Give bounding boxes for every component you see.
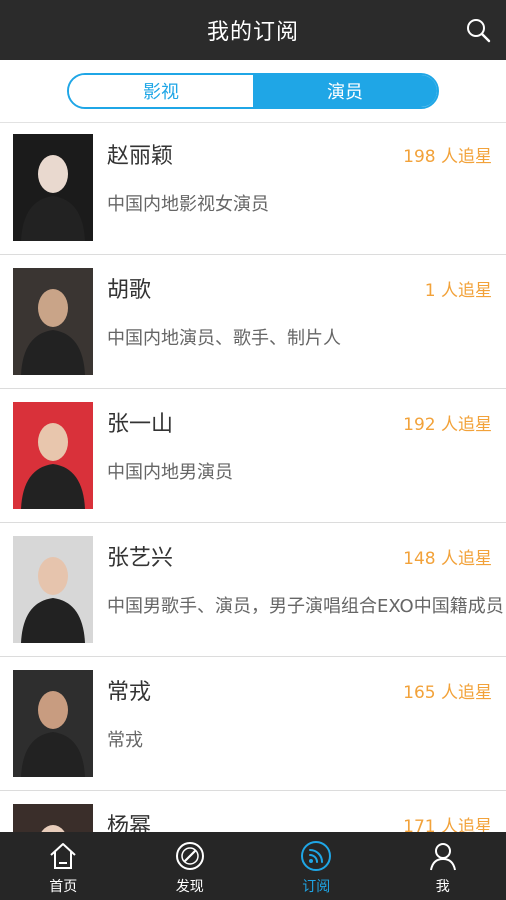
actor-photo [13,536,93,643]
segment-film-tv[interactable]: 影视 [69,75,253,107]
follower-count: 1 人追星 [424,281,492,301]
tab-subscribe[interactable]: 订阅 [253,832,380,900]
tab-home[interactable]: 首页 [0,832,127,900]
actor-description: 中国内地影视女演员 [107,194,269,215]
actor-list: 赵丽颖 198 人追星 中国内地影视女演员 胡歌 1 人追星 中国内地演员、歌手… [0,122,506,832]
top-bar: 我的订阅 [0,0,506,60]
discover-icon [175,842,204,870]
profile-icon [429,843,456,871]
actor-photo [13,402,93,509]
tab-label: 我 [435,879,450,895]
actor-photo [13,804,93,832]
follower-count: 148 人追星 [403,549,492,569]
actor-name: 张一山 [107,412,174,437]
tab-label: 首页 [49,879,78,895]
tab-label: 订阅 [302,879,331,895]
follower-count: 192 人追星 [403,415,492,435]
actor-row[interactable]: 杨幂 171 人追星 [0,792,506,832]
home-icon [50,843,76,869]
actor-description: 中国内地男演员 [107,462,233,483]
actor-photo [13,268,93,375]
actor-name: 常戎 [107,680,152,705]
tab-label: 发现 [175,879,204,895]
segment-actors[interactable]: 演员 [253,75,437,107]
actor-name: 杨幂 [107,814,152,832]
bottom-tab-bar: 首页 发现 订阅 我 [0,832,506,900]
actor-row[interactable]: 胡歌 1 人追星 中国内地演员、歌手、制片人 [0,256,506,389]
tab-me[interactable]: 我 [380,832,506,900]
actor-row[interactable]: 张艺兴 148 人追星 中国男歌手、演员，男子演唱组合EXO中国籍成员 [0,524,506,657]
actor-name: 张艺兴 [107,546,174,571]
category-segmented-control: 影视 演员 [67,73,439,109]
actor-row[interactable]: 张一山 192 人追星 中国内地男演员 [0,390,506,523]
tab-discover[interactable]: 发现 [127,832,254,900]
actor-description: 常戎 [107,730,143,751]
follower-count: 198 人追星 [403,147,492,167]
follower-count: 171 人追星 [403,817,492,832]
subscribe-icon [301,841,332,871]
page-title: 我的订阅 [206,20,299,45]
actor-photo [13,134,93,241]
actor-name: 胡歌 [107,278,152,303]
follower-count: 165 人追星 [403,683,492,703]
actor-name: 赵丽颖 [107,144,174,169]
segment-bar: 影视 演员 [0,60,506,123]
actor-row[interactable]: 常戎 165 人追星 常戎 [0,658,506,791]
search-icon[interactable] [464,16,492,44]
actor-description: 中国内地演员、歌手、制片人 [107,328,341,349]
actor-photo [13,670,93,777]
actor-row[interactable]: 赵丽颖 198 人追星 中国内地影视女演员 [0,122,506,255]
actor-description: 中国男歌手、演员，男子演唱组合EXO中国籍成员 [107,596,504,617]
